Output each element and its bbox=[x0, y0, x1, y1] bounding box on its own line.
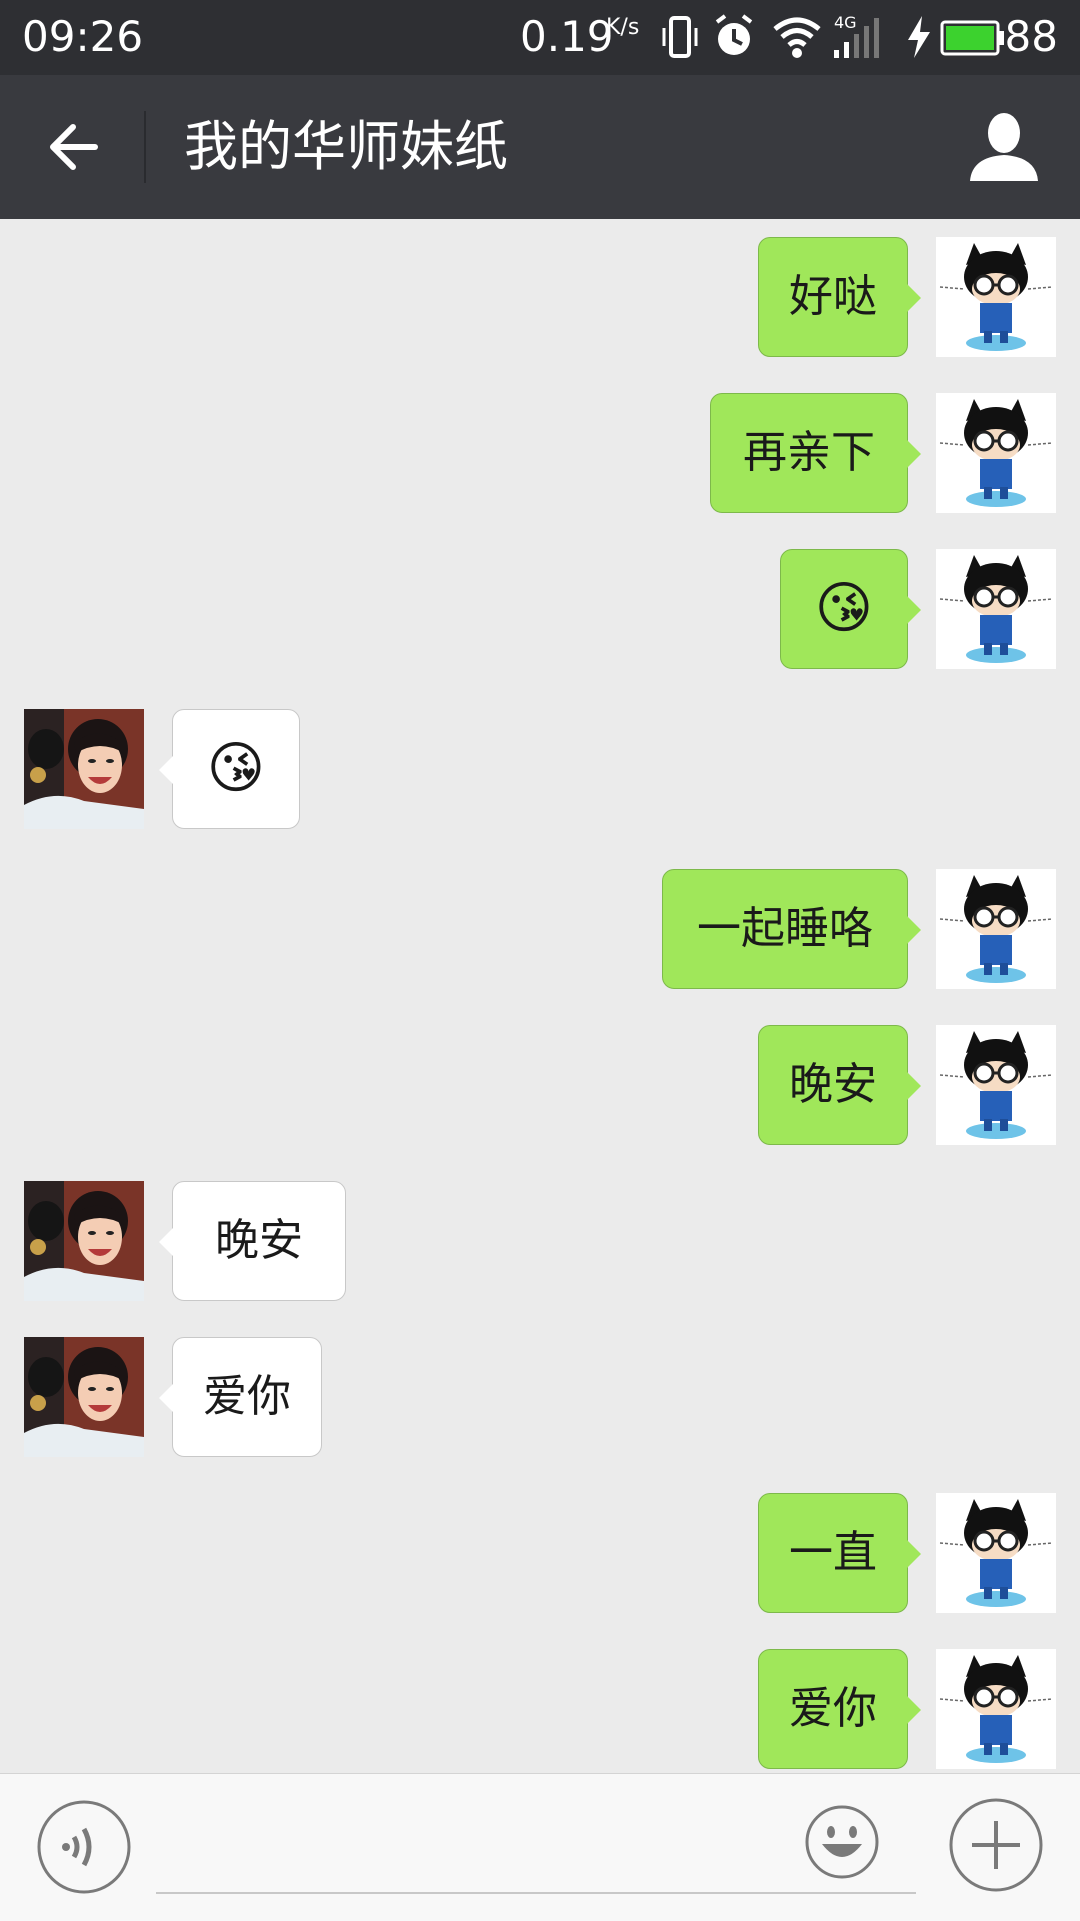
cat-boy-avatar-icon bbox=[936, 1493, 1056, 1613]
back-arrow-icon bbox=[50, 124, 98, 170]
message-input[interactable] bbox=[156, 1802, 916, 1894]
girl-photo-avatar-icon bbox=[24, 1181, 144, 1301]
header-divider bbox=[144, 111, 146, 183]
chat-header: 我的华师妹纸 bbox=[0, 75, 1080, 219]
charging-icon bbox=[904, 14, 934, 64]
message-text: 晚安 bbox=[789, 1059, 877, 1110]
message-row: 晚安 bbox=[0, 1025, 1080, 1145]
message-row: 再亲下 bbox=[0, 393, 1080, 513]
my-avatar[interactable] bbox=[936, 237, 1056, 357]
sent-message-bubble[interactable]: 一起睡咯 bbox=[662, 869, 921, 989]
voice-icon bbox=[37, 1800, 131, 1894]
cat-boy-avatar-icon bbox=[936, 1649, 1056, 1769]
my-avatar[interactable] bbox=[936, 869, 1056, 989]
vibrate-icon bbox=[660, 14, 700, 64]
received-message-bubble[interactable]: 晚安 bbox=[159, 1181, 346, 1301]
sent-message-bubble[interactable]: 😘 bbox=[780, 549, 921, 669]
status-time: 09:26 bbox=[22, 12, 144, 61]
sent-message-bubble[interactable]: 爱你 bbox=[758, 1649, 921, 1769]
sent-message-bubble[interactable]: 再亲下 bbox=[710, 393, 921, 513]
received-message-bubble[interactable]: 爱你 bbox=[159, 1337, 322, 1457]
wifi-icon bbox=[772, 14, 822, 64]
network-speed: 0.19 bbox=[520, 12, 614, 61]
input-bar bbox=[0, 1773, 1080, 1921]
message-row: 😘 bbox=[0, 709, 1080, 829]
chat-messages: 好哒 再亲下 😘 😘 一起睡咯 晚安 晚安 爱你 一直 爱你 bbox=[0, 219, 1080, 1773]
cat-boy-avatar-icon bbox=[936, 869, 1056, 989]
message-row: 一直 bbox=[0, 1493, 1080, 1613]
my-avatar[interactable] bbox=[936, 393, 1056, 513]
alarm-icon bbox=[712, 14, 756, 64]
status-icons: 0.19 K/s 4G 88 bbox=[520, 0, 1080, 75]
sent-message-bubble[interactable]: 晚安 bbox=[758, 1025, 921, 1145]
message-text: 晚安 bbox=[215, 1215, 303, 1266]
profile-button[interactable] bbox=[964, 111, 1044, 183]
message-row: 爱你 bbox=[0, 1337, 1080, 1457]
chat-title: 我的华师妹纸 bbox=[184, 115, 508, 178]
profile-icon bbox=[970, 113, 1038, 181]
contact-avatar[interactable] bbox=[24, 709, 144, 829]
my-avatar[interactable] bbox=[936, 549, 1056, 669]
my-avatar[interactable] bbox=[936, 1493, 1056, 1613]
voice-button[interactable] bbox=[36, 1799, 132, 1895]
cat-boy-avatar-icon bbox=[936, 549, 1056, 669]
cat-boy-avatar-icon bbox=[936, 237, 1056, 357]
message-text: 再亲下 bbox=[743, 427, 875, 478]
status-bar: 09:26 0.19 K/s 4G 88 bbox=[0, 0, 1080, 75]
my-avatar[interactable] bbox=[936, 1025, 1056, 1145]
girl-photo-avatar-icon bbox=[24, 1337, 144, 1457]
message-row: 好哒 bbox=[0, 237, 1080, 357]
more-button[interactable] bbox=[948, 1797, 1044, 1893]
kiss-emoji: 😘 bbox=[206, 736, 266, 801]
girl-photo-avatar-icon bbox=[24, 709, 144, 829]
emoji-button[interactable] bbox=[804, 1804, 880, 1880]
message-row: 一起睡咯 bbox=[0, 869, 1080, 989]
plus-icon bbox=[949, 1798, 1043, 1892]
message-row: 爱你 bbox=[0, 1649, 1080, 1769]
contact-avatar[interactable] bbox=[24, 1337, 144, 1457]
received-message-bubble[interactable]: 😘 bbox=[159, 709, 300, 829]
network-speed-unit: K/s bbox=[606, 15, 640, 40]
message-text: 好哒 bbox=[789, 271, 877, 322]
message-row: 晚安 bbox=[0, 1181, 1080, 1301]
emoji-icon bbox=[805, 1805, 879, 1879]
contact-avatar[interactable] bbox=[24, 1181, 144, 1301]
cat-boy-avatar-icon bbox=[936, 1025, 1056, 1145]
message-text: 一直 bbox=[789, 1527, 877, 1578]
message-row: 😘 bbox=[0, 549, 1080, 669]
my-avatar[interactable] bbox=[936, 1649, 1056, 1769]
cat-boy-avatar-icon bbox=[936, 393, 1056, 513]
sent-message-bubble[interactable]: 一直 bbox=[758, 1493, 921, 1613]
message-text: 爱你 bbox=[203, 1371, 291, 1422]
message-text: 爱你 bbox=[789, 1683, 877, 1734]
battery-level: 88 bbox=[1004, 12, 1058, 61]
back-button[interactable] bbox=[28, 107, 118, 187]
sent-message-bubble[interactable]: 好哒 bbox=[758, 237, 921, 357]
signal-icon: 4G bbox=[832, 14, 892, 60]
battery-icon bbox=[940, 20, 1006, 60]
message-text: 一起睡咯 bbox=[697, 903, 873, 954]
kiss-emoji: 😘 bbox=[814, 576, 874, 641]
